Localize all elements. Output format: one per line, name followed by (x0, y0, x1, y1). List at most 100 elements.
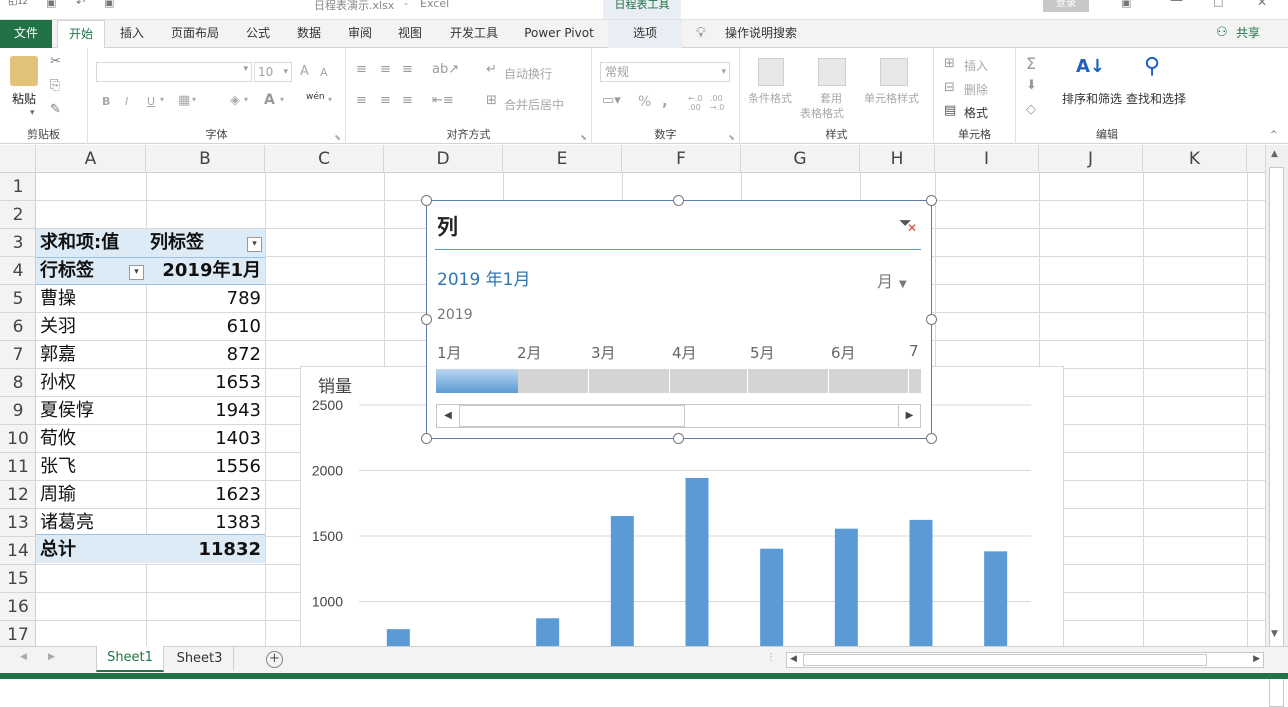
pivot-row-name[interactable]: 孙权 (40, 369, 76, 397)
pivot-row-value[interactable]: 872 (146, 341, 261, 369)
pivot-row-value[interactable]: 1383 (146, 509, 261, 537)
decrease-decimal-button[interactable]: .00 →.0 (710, 94, 730, 112)
conditional-format-button[interactable]: 条件格式 (748, 90, 792, 106)
add-sheet-icon[interactable]: + (266, 651, 283, 668)
pivot-row-value[interactable]: 1403 (146, 425, 261, 453)
align-bottom-icon[interactable]: ≡ (402, 62, 413, 77)
number-launcher-icon[interactable]: ⬊ (728, 133, 735, 142)
underline-dropdown-icon[interactable]: ▾ (160, 95, 164, 104)
pivot-row-name[interactable]: 张飞 (40, 453, 76, 481)
pivot-values-label[interactable]: 求和项:值 (40, 229, 119, 257)
increase-decimal-button[interactable]: ←.0 .00 (688, 94, 708, 112)
pivot-row-value[interactable]: 789 (146, 285, 261, 313)
tab-file[interactable]: 文件 (0, 20, 52, 48)
chart-bar[interactable] (834, 528, 858, 646)
grow-font-icon[interactable]: A (300, 64, 309, 79)
sheet-prev-icon[interactable]: ◀ (20, 652, 27, 662)
column-header[interactable]: C (265, 145, 384, 173)
row-header[interactable]: 6 (0, 313, 36, 341)
wrap-text-icon[interactable]: ↵ (486, 62, 497, 77)
shrink-font-icon[interactable]: A (320, 66, 328, 79)
tab-page-layout[interactable]: 页面布局 (162, 20, 228, 48)
tab-view[interactable]: 视图 (390, 20, 430, 48)
row-header[interactable]: 9 (0, 397, 36, 425)
timeline-selection[interactable] (436, 369, 519, 393)
conditional-format-icon[interactable] (758, 58, 784, 86)
bold-button[interactable]: B (102, 95, 110, 108)
minimize-icon[interactable]: — (1170, 0, 1183, 8)
horizontal-scrollbar[interactable]: ◀ ▶ (786, 652, 1264, 668)
pivot-row-value[interactable]: 1943 (146, 397, 261, 425)
resize-handle-tr[interactable] (926, 195, 937, 206)
row-header[interactable]: 16 (0, 593, 36, 621)
save-icon[interactable]: ▣ (46, 0, 56, 9)
sort-filter-icon[interactable]: A↓ (1076, 56, 1105, 77)
align-left-icon[interactable]: ≡ (356, 93, 367, 108)
resize-handle-t[interactable] (673, 195, 684, 206)
row-header[interactable]: 15 (0, 565, 36, 593)
alignment-launcher-icon[interactable]: ⬊ (580, 133, 587, 142)
ribbon-options-icon[interactable]: ▣ (1121, 0, 1131, 9)
column-header[interactable]: G (741, 145, 860, 173)
chart-bar[interactable] (536, 618, 560, 646)
chart-bar[interactable] (760, 548, 784, 646)
phonetic-dropdown-icon[interactable]: ▾ (328, 95, 332, 104)
percent-button[interactable]: % (638, 94, 651, 110)
row-header[interactable]: 17 (0, 621, 36, 649)
timeline-scrollbar[interactable]: ◀ ▶ (436, 404, 921, 428)
format-as-table-icon[interactable] (818, 58, 846, 86)
resize-handle-r[interactable] (926, 314, 937, 325)
pivot-row-name[interactable]: 关羽 (40, 313, 76, 341)
tab-power-pivot[interactable]: Power Pivot (516, 20, 602, 48)
timeline-level[interactable]: 月 ▼ (877, 268, 907, 292)
row-header[interactable]: 14 (0, 537, 36, 565)
border-icon[interactable]: ▦ (178, 93, 190, 108)
row-header[interactable]: 5 (0, 285, 36, 313)
resize-handle-br[interactable] (926, 433, 937, 444)
clear-icon[interactable]: ◇ (1026, 102, 1036, 117)
scroll-left-arrow[interactable]: ◀ (437, 405, 459, 427)
cell-styles-icon[interactable] (880, 58, 908, 86)
column-header[interactable]: K (1143, 145, 1247, 173)
comma-button[interactable]: , (662, 92, 668, 110)
indent-icon[interactable]: ⇤≡ (432, 93, 454, 108)
pivot-row-value[interactable]: 610 (146, 313, 261, 341)
column-filter-icon[interactable]: ▾ (247, 237, 262, 252)
row-header[interactable]: 3 (0, 229, 36, 257)
row-header[interactable]: 11 (0, 453, 36, 481)
timeline-slicer[interactable]: 列 ⏷ ✕ 2019 年1月 月 ▼ 2019 1月 2月 3月 4月 5月 6月 7 ◀ ▶ (426, 200, 932, 439)
column-header[interactable]: F (622, 145, 741, 173)
format-as-table-label1[interactable]: 套用 (820, 90, 842, 106)
clear-filter-icon[interactable]: ⏷ ✕ (899, 213, 917, 235)
merge-center-icon[interactable]: ⊞ (486, 93, 497, 108)
select-all-corner[interactable] (0, 145, 36, 173)
format-cells-button[interactable]: 格式 (964, 104, 988, 121)
pivot-row-name[interactable]: 夏侯惇 (40, 397, 94, 425)
vertical-scroll-thumb[interactable] (1269, 167, 1284, 707)
scroll-thumb[interactable] (459, 405, 685, 427)
row-header[interactable]: 8 (0, 369, 36, 397)
column-header[interactable]: J (1039, 145, 1143, 173)
pivot-row-name[interactable]: 诸葛亮 (40, 509, 94, 537)
insert-cells-icon[interactable]: ⊞ (944, 56, 955, 71)
font-size-select[interactable]: 10 ▾ (254, 62, 292, 82)
scroll-right-arrow[interactable]: ▶ (898, 405, 920, 427)
column-header[interactable]: E (503, 145, 622, 173)
autosum-icon[interactable]: Σ (1026, 54, 1036, 73)
row-header[interactable]: 13 (0, 509, 36, 537)
tab-data[interactable]: 数据 (289, 20, 329, 48)
vertical-scrollbar[interactable]: ▲ ▼ (1265, 145, 1288, 707)
pivot-column-value[interactable]: 2019年1月 (146, 257, 261, 285)
tab-review[interactable]: 审阅 (340, 20, 380, 48)
underline-button[interactable]: U (147, 95, 155, 108)
pivot-row-value[interactable]: 1623 (146, 481, 261, 509)
chart-bar[interactable] (909, 519, 933, 646)
resize-handle-b[interactable] (673, 433, 684, 444)
collapse-ribbon-icon[interactable]: ^ (1270, 130, 1278, 140)
font-launcher-icon[interactable]: ⬊ (334, 133, 341, 142)
font-name-select[interactable]: ▾ (96, 62, 252, 82)
paste-icon[interactable] (10, 56, 38, 86)
pivot-row-name[interactable]: 荀攸 (40, 425, 76, 453)
pivot-row-labels[interactable]: 行标签 (40, 257, 94, 285)
fill-dropdown-icon[interactable]: ▾ (244, 95, 248, 104)
